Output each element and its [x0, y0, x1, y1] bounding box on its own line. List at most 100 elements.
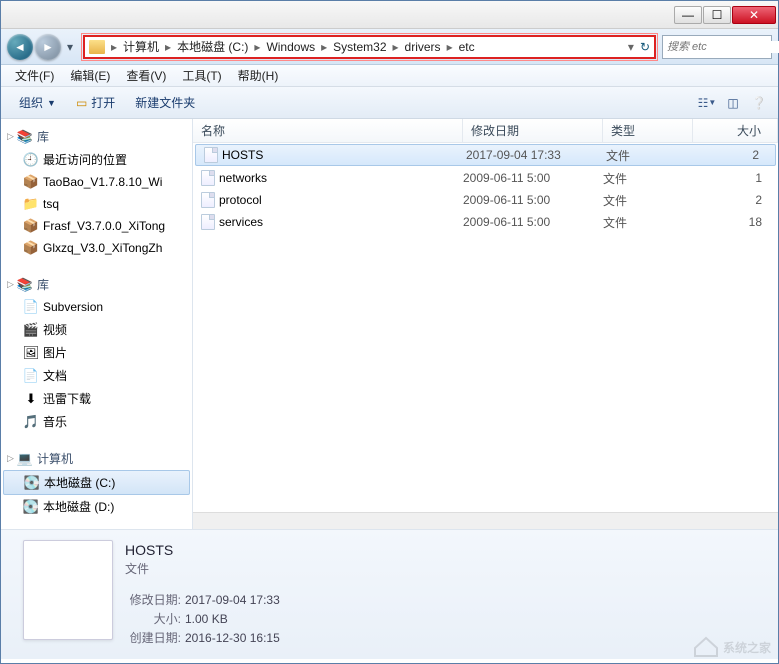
chevron-right-icon[interactable]: ▸ [319, 40, 329, 54]
nav-history-dropdown[interactable]: ▾ [63, 40, 77, 54]
maximize-button[interactable]: ☐ [703, 6, 731, 24]
chevron-right-icon[interactable]: ▸ [252, 40, 262, 54]
chevron-down-icon[interactable]: ▾ [628, 40, 634, 54]
breadcrumb-seg[interactable]: System32 [329, 40, 390, 54]
sidebar-item-drive-d[interactable]: 💽本地磁盘 (D:) [1, 495, 192, 518]
file-thumbnail [23, 540, 113, 640]
menu-edit[interactable]: 编辑(E) [62, 67, 118, 84]
details-info: HOSTS 文件 修改日期:2017-09-04 17:33大小:1.00 KB… [125, 540, 768, 649]
sidebar-item-videos[interactable]: 🎬视频 [1, 318, 192, 341]
file-date: 2009-06-11 5:00 [463, 193, 603, 207]
breadcrumb[interactable]: ▸ 计算机 ▸ 本地磁盘 (C:) ▸ Windows ▸ System32 ▸… [83, 35, 656, 59]
main-area: ▷📚库 🕘最近访问的位置 📦TaoBao_V1.7.8.10_Wi 📁tsq 📦… [1, 119, 778, 529]
video-icon: 🎬 [23, 322, 39, 338]
forward-button[interactable]: ► [35, 34, 61, 60]
navigation-pane[interactable]: ▷📚库 🕘最近访问的位置 📦TaoBao_V1.7.8.10_Wi 📁tsq 📦… [1, 119, 193, 529]
column-size[interactable]: 大小 [693, 119, 778, 142]
breadcrumb-seg[interactable]: etc [455, 40, 479, 54]
expand-icon[interactable]: ▷ [7, 279, 17, 290]
chevron-down-icon: ▼ [47, 98, 56, 108]
file-list[interactable]: HOSTS2017-09-04 17:33文件2networks2009-06-… [193, 143, 778, 512]
recent-icon: 🕘 [23, 152, 39, 168]
column-name[interactable]: 名称 [193, 119, 463, 142]
archive-icon: 📦 [23, 240, 39, 256]
folder-icon [89, 40, 105, 54]
meta-label: 创建日期: [125, 629, 181, 646]
search-input[interactable] [667, 41, 779, 53]
view-options-button[interactable]: ☷ ▼ [696, 92, 718, 114]
file-size: 2 [696, 148, 775, 162]
organize-button[interactable]: 组织▼ [9, 94, 66, 111]
sidebar-item[interactable]: 📄Subversion [1, 296, 192, 318]
file-type: 文件 [603, 192, 693, 209]
sidebar-item-pictures[interactable]: 🖼图片 [1, 341, 192, 364]
column-date[interactable]: 修改日期 [463, 119, 603, 142]
sidebar-group-favorites[interactable]: ▷📚库 [1, 125, 192, 148]
details-filetype: 文件 [125, 560, 768, 577]
expand-icon[interactable]: ▷ [7, 453, 17, 464]
computer-icon: 💻 [17, 451, 33, 467]
file-name: protocol [219, 193, 262, 207]
picture-icon: 🖼 [23, 345, 39, 361]
sidebar-item-documents[interactable]: 📄文档 [1, 364, 192, 387]
file-type: 文件 [603, 170, 693, 187]
chevron-right-icon[interactable]: ▸ [163, 40, 173, 54]
breadcrumb-seg[interactable]: Windows [262, 40, 319, 54]
horizontal-scrollbar[interactable] [193, 512, 778, 529]
file-name: HOSTS [222, 148, 263, 162]
back-button[interactable]: ◄ [7, 34, 33, 60]
sidebar-item[interactable]: 🕘最近访问的位置 [1, 148, 192, 171]
file-icon [201, 170, 215, 186]
sidebar-group-computer[interactable]: ▷💻计算机 [1, 447, 192, 470]
refresh-icon[interactable]: ↻ [640, 40, 650, 54]
meta-label: 修改日期: [125, 591, 181, 608]
file-size: 18 [693, 215, 778, 229]
details-filename: HOSTS [125, 542, 768, 558]
chevron-right-icon[interactable]: ▸ [391, 40, 401, 54]
chevron-right-icon[interactable]: ▸ [109, 40, 119, 54]
breadcrumb-seg[interactable]: drivers [401, 40, 445, 54]
sidebar-group-libraries[interactable]: ▷📚库 [1, 273, 192, 296]
file-icon [201, 192, 215, 208]
file-icon [201, 214, 215, 230]
file-icon: 📄 [23, 299, 39, 315]
menu-help[interactable]: 帮助(H) [230, 67, 287, 84]
minimize-button[interactable]: — [674, 6, 702, 24]
breadcrumb-seg[interactable]: 计算机 [119, 38, 163, 55]
file-date: 2009-06-11 5:00 [463, 215, 603, 229]
open-button[interactable]: ▭打开 [66, 94, 125, 111]
download-icon: ⬇ [23, 391, 39, 407]
sidebar-item[interactable]: 📦TaoBao_V1.7.8.10_Wi [1, 171, 192, 193]
menu-tools[interactable]: 工具(T) [174, 67, 229, 84]
drive-icon: 💽 [24, 475, 40, 491]
file-row[interactable]: services2009-06-11 5:00文件18 [193, 211, 778, 233]
file-date: 2009-06-11 5:00 [463, 171, 603, 185]
file-row[interactable]: networks2009-06-11 5:00文件1 [193, 167, 778, 189]
sidebar-item-music[interactable]: 🎵音乐 [1, 410, 192, 433]
help-button[interactable]: ❔ [748, 92, 770, 114]
chevron-right-icon[interactable]: ▸ [445, 40, 455, 54]
titlebar: — ☐ ✕ [1, 1, 778, 29]
meta-value: 1.00 KB [185, 612, 228, 626]
drive-icon: 💽 [23, 499, 39, 515]
preview-pane-button[interactable]: ◫ [722, 92, 744, 114]
sidebar-item-drive-c[interactable]: 💽本地磁盘 (C:) [3, 470, 190, 495]
file-list-pane: 名称 修改日期 类型 大小 HOSTS2017-09-04 17:33文件2ne… [193, 119, 778, 529]
sidebar-item[interactable]: 📁tsq [1, 193, 192, 215]
column-type[interactable]: 类型 [603, 119, 693, 142]
toolbar: 组织▼ ▭打开 新建文件夹 ☷ ▼ ◫ ❔ [1, 87, 778, 119]
expand-icon[interactable]: ▷ [7, 131, 17, 142]
new-folder-button[interactable]: 新建文件夹 [125, 94, 205, 111]
archive-icon: 📦 [23, 174, 39, 190]
menu-view[interactable]: 查看(V) [118, 67, 174, 84]
sidebar-item[interactable]: 📦Glxzq_V3.0_XiTongZh [1, 237, 192, 259]
file-row[interactable]: protocol2009-06-11 5:00文件2 [193, 189, 778, 211]
file-row[interactable]: HOSTS2017-09-04 17:33文件2 [195, 144, 776, 166]
column-headers: 名称 修改日期 类型 大小 [193, 119, 778, 143]
search-box[interactable]: 🔍 [662, 35, 772, 59]
sidebar-item[interactable]: 📦Frasf_V3.7.0.0_XiTong [1, 215, 192, 237]
menu-file[interactable]: 文件(F) [7, 67, 62, 84]
close-button[interactable]: ✕ [732, 6, 776, 24]
sidebar-item[interactable]: ⬇迅雷下载 [1, 387, 192, 410]
breadcrumb-seg[interactable]: 本地磁盘 (C:) [173, 38, 252, 55]
